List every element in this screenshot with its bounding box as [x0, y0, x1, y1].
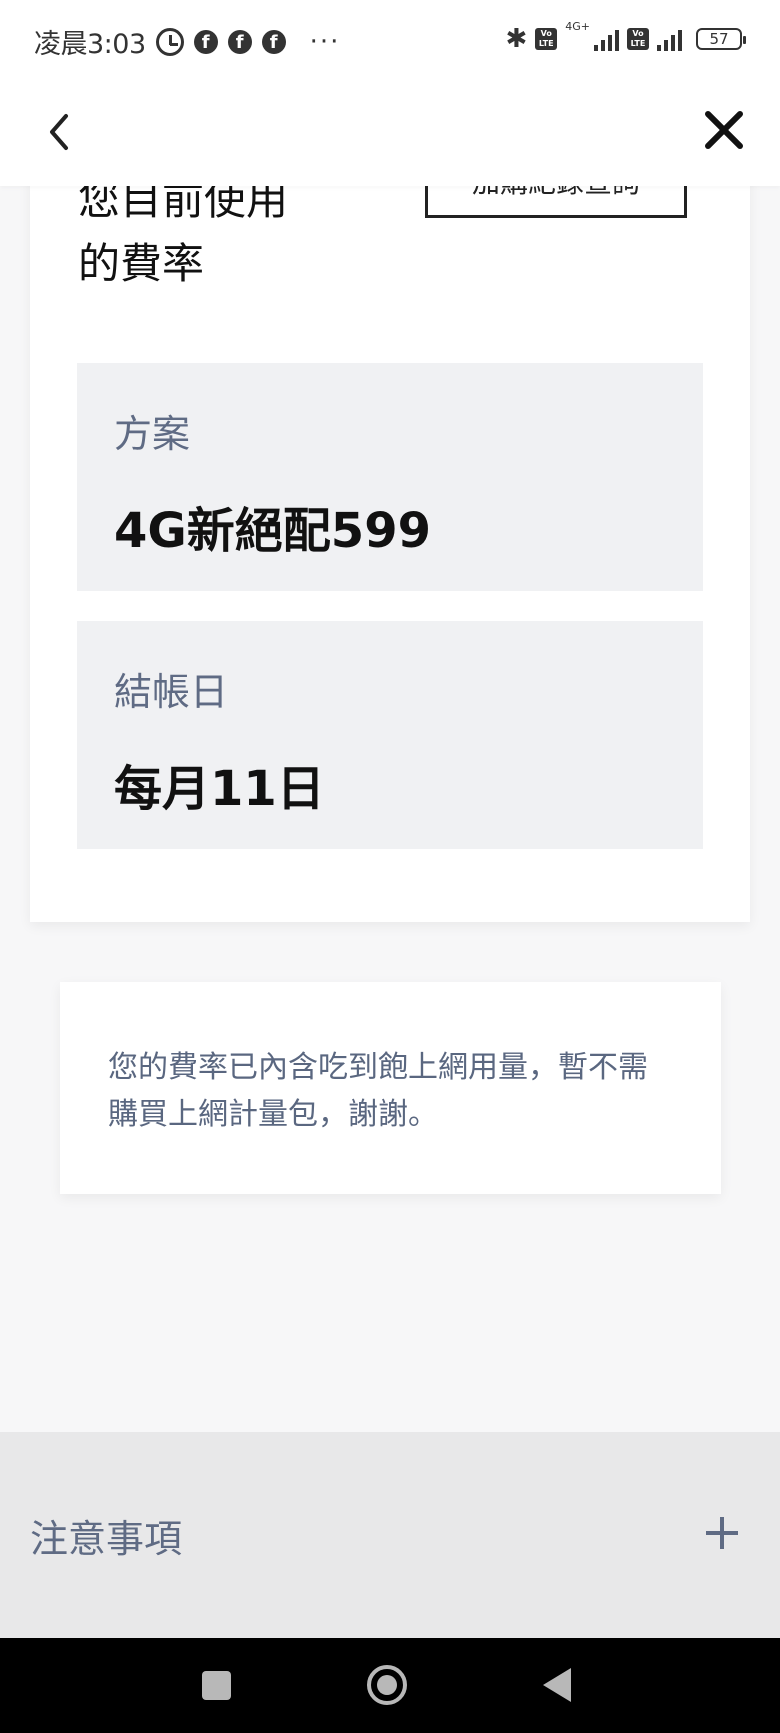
network-type-label: 4G+	[565, 20, 590, 33]
plus-icon[interactable]	[706, 1517, 738, 1549]
home-button[interactable]	[367, 1665, 407, 1705]
notice-text: 您的費率已內含吃到飽上網用量，暫不需購買上網計量包，謝謝。	[108, 1050, 648, 1132]
battery-icon: 57	[696, 28, 746, 50]
notes-accordion-title: 注意事項	[30, 1517, 183, 1561]
facebook-icon: f	[193, 29, 218, 54]
plan-value: 4G新絕配599	[114, 503, 431, 559]
signal-icon	[657, 27, 682, 51]
system-nav-bar	[0, 1638, 780, 1733]
alarm-icon	[155, 27, 184, 56]
billing-value: 每月11日	[114, 761, 325, 817]
signal-icon	[594, 27, 619, 51]
system-back-button[interactable]	[543, 1668, 571, 1702]
screen: 凌晨3:03 f f f ··· ✱ Vo LTE 4G+ Vo LTE 57	[0, 0, 780, 1733]
billing-info-box: 結帳日 每月11日	[77, 621, 703, 849]
facebook-icon: f	[261, 29, 286, 54]
plan-info-box: 方案 4G新絕配599	[77, 363, 703, 591]
chevron-left-icon[interactable]	[40, 108, 80, 156]
facebook-icon: f	[227, 29, 252, 54]
bluetooth-icon: ✱	[505, 24, 528, 54]
volte-icon: Vo LTE	[535, 28, 558, 50]
plan-heading: 您目前使用 的費率	[78, 168, 378, 296]
close-icon[interactable]	[698, 104, 750, 156]
plan-label: 方案	[114, 412, 191, 456]
battery-level: 57	[709, 30, 729, 48]
notes-accordion[interactable]: 注意事項	[0, 1432, 780, 1638]
recents-button[interactable]	[202, 1671, 231, 1700]
status-left: 凌晨3:03 f f f ···	[34, 22, 340, 61]
status-right: ✱ Vo LTE 4G+ Vo LTE 57	[505, 20, 746, 54]
billing-label: 結帳日	[114, 670, 229, 714]
top-nav	[0, 78, 780, 186]
plan-card: 您目前使用 的費率 加購紀錄查詢 方案 4G新絕配599 結帳日 每月11日	[30, 140, 750, 922]
notice-card: 您的費率已內含吃到飽上網用量，暫不需購買上網計量包，謝謝。	[60, 982, 721, 1194]
plan-heading-line2: 的費率	[78, 239, 205, 288]
volte-icon: Vo LTE	[627, 28, 649, 50]
status-bar: 凌晨3:03 f f f ··· ✱ Vo LTE 4G+ Vo LTE 57	[0, 0, 780, 78]
status-time: 凌晨3:03	[34, 29, 146, 60]
more-notifications-icon: ···	[309, 26, 341, 57]
